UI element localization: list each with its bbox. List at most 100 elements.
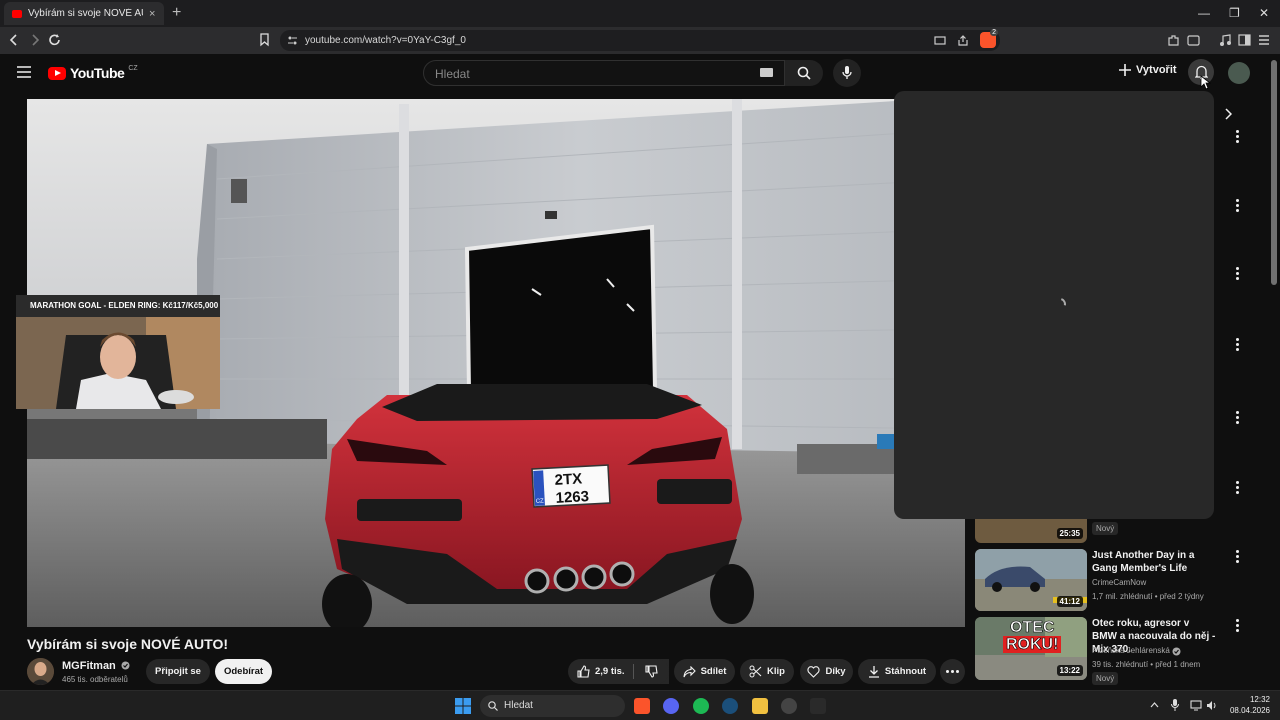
media-icon[interactable]	[1219, 34, 1231, 47]
video-menu-icon[interactable]	[1236, 550, 1240, 565]
recommended-channel[interactable]: Plzeňská Jehlárenská	[1092, 644, 1232, 657]
thanks-button[interactable]: Díky	[800, 659, 853, 684]
scissors-icon	[749, 665, 762, 678]
recommended-thumbnail[interactable]: OTEC ROKU! 13:22	[975, 617, 1087, 680]
subscribe-button[interactable]: Odebírat	[215, 659, 272, 684]
site-info-icon[interactable]	[287, 35, 298, 46]
webcam-overlay: MARATHON GOAL - ELDEN RING: Kč117/Kč5,00…	[16, 295, 220, 409]
browser-toolbar: youtube.com/watch?v=0YaY-C3gf_0 2	[0, 27, 1280, 54]
app-icon[interactable]	[810, 698, 826, 714]
keyboard-icon[interactable]	[760, 68, 773, 77]
video-menu-icon[interactable]	[1236, 199, 1240, 214]
menu-icon[interactable]	[1258, 35, 1270, 45]
video-menu-icon[interactable]	[1236, 481, 1240, 496]
tab-close-icon[interactable]: ×	[149, 8, 155, 20]
recommended-meta: 39 tis. zhlédnutí • před 1 dnem	[1092, 660, 1201, 669]
channel-name[interactable]: MGFitman	[62, 660, 130, 672]
channel-avatar-image	[27, 658, 54, 685]
taskbar-clock[interactable]: 12:32 08.04.2026	[1226, 694, 1270, 716]
video-menu-icon[interactable]	[1236, 411, 1240, 426]
reload-icon[interactable]	[48, 33, 62, 47]
account-avatar[interactable]	[1228, 62, 1250, 84]
share-page-icon[interactable]	[957, 35, 969, 46]
share-label: Sdílet	[700, 666, 727, 677]
bookmark-icon[interactable]	[259, 33, 270, 47]
recommended-thumbnail[interactable]: 41:12	[975, 549, 1087, 611]
clip-label: Klip	[767, 666, 785, 677]
more-actions-button[interactable]	[940, 659, 965, 684]
search-input[interactable]: Hledat	[423, 60, 785, 86]
close-window-button[interactable]: ✕	[1259, 6, 1269, 20]
back-icon[interactable]	[9, 34, 19, 46]
clip-button[interactable]: Klip	[740, 659, 794, 684]
recommended-title[interactable]: Just Another Day in a Gang Member's Life	[1092, 549, 1217, 575]
tab-title: Vybírám si svoje NOVÉ AUTO! - YouTube	[28, 8, 143, 19]
recommended-channel[interactable]: CrimeCamNow	[1092, 576, 1232, 589]
microphone-icon	[842, 66, 852, 79]
download-button[interactable]: Stáhnout	[858, 659, 936, 684]
thanks-label: Díky	[825, 666, 846, 677]
address-bar[interactable]: youtube.com/watch?v=0YaY-C3gf_0	[280, 30, 1000, 51]
sidebar-icon[interactable]	[1238, 34, 1251, 46]
join-button[interactable]: Připojit se	[146, 659, 210, 684]
extensions-icon[interactable]	[1167, 34, 1180, 47]
thumbnail-text-line2: ROKU!	[1003, 636, 1062, 653]
video-menu-icon[interactable]	[1236, 130, 1240, 145]
dislike-button[interactable]	[634, 659, 669, 684]
thanks-icon	[807, 666, 821, 678]
url-text: youtube.com/watch?v=0YaY-C3gf_0	[305, 35, 466, 46]
file-explorer-icon[interactable]	[752, 698, 768, 714]
video-menu-icon[interactable]	[1236, 267, 1240, 282]
youtube-logo[interactable]: YouTube CZ	[48, 65, 138, 81]
chevron-right-icon[interactable]	[1224, 108, 1232, 120]
download-label: Stáhnout	[884, 666, 927, 677]
taskbar-search-label: Hledat	[504, 700, 533, 711]
wallet-icon[interactable]	[1187, 34, 1200, 47]
donation-goal-text: MARATHON GOAL - ELDEN RING: Kč117/Kč5,00…	[30, 301, 219, 310]
spotify-icon[interactable]	[693, 698, 709, 714]
search-button[interactable]	[785, 60, 823, 86]
thumbs-up-icon	[577, 665, 590, 678]
video-menu-icon[interactable]	[1236, 619, 1240, 634]
scrollbar-thumb[interactable]	[1271, 60, 1277, 285]
search-icon	[488, 701, 498, 711]
share-button[interactable]: Sdílet	[674, 659, 735, 684]
subscriber-count: 465 tis. odběratelů	[62, 675, 128, 684]
country-code: CZ	[128, 64, 138, 72]
restore-button[interactable]: ❐	[1229, 6, 1240, 20]
brave-shields-icon[interactable]: 2	[980, 29, 998, 48]
channel-avatar[interactable]	[27, 658, 54, 685]
new-badge: Nový	[1092, 672, 1119, 685]
clock-date: 08.04.2026	[1229, 706, 1270, 715]
browser-tab[interactable]: Vybírám si svoje NOVÉ AUTO! - YouTube ×	[4, 2, 164, 25]
hamburger-menu-icon[interactable]	[17, 66, 31, 78]
video-menu-icon[interactable]	[1236, 338, 1240, 353]
verified-icon	[121, 661, 130, 670]
thumbnail-text-line1: OTEC	[1009, 619, 1055, 637]
recommended-meta: 1,7 mil. zhlédnutí • před 2 týdny	[1092, 592, 1204, 601]
recommended-thumbnail[interactable]: 25:35	[975, 519, 1087, 543]
microphone-icon[interactable]	[1171, 699, 1179, 712]
new-tab-button[interactable]: +	[172, 4, 181, 22]
windows-start-icon[interactable]	[455, 698, 471, 714]
youtube-favicon-icon	[12, 9, 22, 18]
taskbar-search[interactable]: Hledat	[480, 695, 625, 717]
extension-badge: 2	[990, 29, 998, 36]
app-icon[interactable]	[781, 698, 797, 714]
discord-icon[interactable]	[663, 698, 679, 714]
cast-icon[interactable]	[934, 36, 946, 46]
steam-icon[interactable]	[722, 698, 738, 714]
volume-icon[interactable]	[1206, 700, 1218, 711]
youtube-wordmark: YouTube	[70, 65, 125, 81]
youtube-play-icon	[48, 66, 66, 80]
video-duration: 41:12	[1056, 596, 1083, 607]
network-icon[interactable]	[1190, 700, 1202, 711]
more-horizontal-icon	[946, 670, 959, 673]
brave-browser-icon[interactable]	[634, 698, 650, 714]
forward-icon[interactable]	[30, 34, 40, 46]
minimize-button[interactable]: —	[1198, 6, 1210, 20]
create-button[interactable]: Vytvořit	[1119, 64, 1177, 76]
search-icon	[797, 66, 811, 80]
tray-chevron-up-icon[interactable]	[1150, 702, 1159, 708]
voice-search-button[interactable]	[833, 59, 861, 87]
